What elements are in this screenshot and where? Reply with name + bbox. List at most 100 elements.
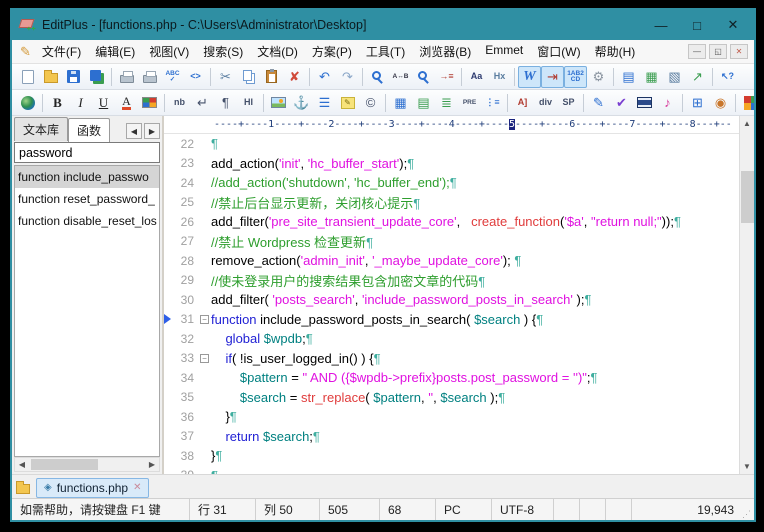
media-button[interactable]	[633, 92, 656, 114]
mdi-minimize-button[interactable]: —	[688, 44, 706, 59]
editor-area[interactable]: ----+----1----+----2----+----3----+----4…	[164, 116, 754, 474]
mdi-close-button[interactable]: ✕	[730, 44, 748, 59]
auto-indent-button[interactable]: ⇥	[541, 66, 564, 88]
cut-button[interactable]: ✂	[214, 66, 237, 88]
save-all-button[interactable]	[85, 66, 108, 88]
scroll-up-arrow-icon[interactable]: ▲	[740, 116, 754, 131]
font-tag-button[interactable]: A]	[511, 92, 534, 114]
replace-button[interactable]: A↔B	[389, 66, 412, 88]
open-file-button[interactable]	[39, 66, 62, 88]
print-button[interactable]	[138, 66, 161, 88]
function-list-item[interactable]: function disable_reset_los	[15, 210, 159, 232]
menu-edit[interactable]: 编辑(E)	[88, 40, 142, 63]
html-tags-button[interactable]: <>	[184, 66, 207, 88]
menu-window[interactable]: 窗口(W)	[530, 40, 587, 63]
context-help-button[interactable]: ↖?	[716, 66, 739, 88]
minimize-button[interactable]: —	[644, 13, 678, 37]
scroll-left-arrow-icon[interactable]: ◀	[15, 460, 29, 469]
form-edit-button[interactable]: ✎	[587, 92, 610, 114]
new-file-button[interactable]	[16, 66, 39, 88]
menu-project[interactable]: 方案(P)	[305, 40, 359, 63]
vscroll-thumb[interactable]	[741, 171, 754, 223]
tab-close-icon[interactable]: ✕	[133, 482, 141, 493]
directory-window-icon[interactable]	[16, 484, 30, 494]
menu-search[interactable]: 搜索(S)	[196, 40, 250, 63]
nbsp-button[interactable]: nb	[168, 92, 191, 114]
insert-image-button[interactable]	[267, 92, 290, 114]
hex-viewer-button[interactable]: Hx	[488, 66, 511, 88]
horizontal-rule-button[interactable]: ☰	[313, 92, 336, 114]
save-button[interactable]	[62, 66, 85, 88]
find-in-files-button[interactable]	[412, 66, 435, 88]
anchor-button[interactable]: ⚓	[290, 92, 313, 114]
scroll-right-arrow-icon[interactable]: ▶	[145, 460, 159, 469]
tab-textlib[interactable]: 文本库	[14, 117, 68, 141]
scroll-thumb[interactable]	[31, 459, 98, 470]
menu-file[interactable]: 文件(F)	[35, 40, 88, 63]
list-tag-button[interactable]: ⋮≡	[481, 92, 504, 114]
redo-button[interactable]: ↷	[336, 66, 359, 88]
sidebar-horizontal-scrollbar[interactable]: ◀ ▶	[14, 457, 160, 472]
open-in-browser-button[interactable]: ↗	[686, 66, 709, 88]
window-list-button[interactable]: ▦	[640, 66, 663, 88]
function-list-item[interactable]: function reset_password_	[15, 188, 159, 210]
word-wrap-button[interactable]: W	[518, 66, 541, 88]
undo-button[interactable]: ↶	[313, 66, 336, 88]
paragraph-button[interactable]: ¶	[214, 92, 237, 114]
tab-functions-php[interactable]: ◈ functions.php ✕	[36, 478, 149, 498]
underline-button[interactable]: U	[92, 92, 115, 114]
paste-button[interactable]	[260, 66, 283, 88]
copy-button[interactable]	[237, 66, 260, 88]
div-tag-button[interactable]: div	[534, 92, 557, 114]
menu-emmet[interactable]: Emmet	[478, 40, 530, 63]
heading-button[interactable]: HI	[237, 92, 260, 114]
menu-help[interactable]: 帮助(H)	[588, 40, 643, 63]
memo-button[interactable]: ✎	[336, 92, 359, 114]
script-tag-button[interactable]: ✔	[610, 92, 633, 114]
spell-check-button[interactable]: ABC✓	[161, 66, 184, 88]
menu-view[interactable]: 视图(V)	[142, 40, 196, 63]
maximize-button[interactable]: □	[680, 13, 714, 37]
align-center-button[interactable]: ≣	[435, 92, 458, 114]
document-list-button[interactable]: ▤	[617, 66, 640, 88]
code-lines[interactable]: 22¶23add_action('init', 'hc_buffer_start…	[164, 134, 739, 474]
view-in-browser-button[interactable]	[16, 92, 39, 114]
goto-line-button[interactable]: →≡	[435, 66, 458, 88]
resize-grip[interactable]: ⋰	[742, 509, 754, 520]
fold-toggle-icon[interactable]: −	[200, 315, 209, 324]
mdi-restore-button[interactable]: ◱	[709, 44, 727, 59]
close-button[interactable]: ✕	[716, 13, 750, 37]
insert-table-button[interactable]: ▦	[389, 92, 412, 114]
windows-logo-button[interactable]	[739, 92, 754, 114]
scroll-down-arrow-icon[interactable]: ▼	[740, 459, 754, 474]
tab-scroll-left-button[interactable]: ◀	[126, 123, 142, 139]
menu-document[interactable]: 文档(D)	[250, 40, 305, 63]
table-rows-button[interactable]: ▤	[412, 92, 435, 114]
menu-tools[interactable]: 工具(T)	[359, 40, 412, 63]
delete-button[interactable]: ✘	[283, 66, 306, 88]
audio-button[interactable]: ♪	[656, 92, 679, 114]
tab-functions[interactable]: 函数	[68, 118, 110, 142]
line-break-button[interactable]: ↵	[191, 92, 214, 114]
vertical-scrollbar[interactable]: ▲ ▼	[739, 116, 754, 474]
font-color-button[interactable]: A	[115, 92, 138, 114]
menu-browser[interactable]: 浏览器(B)	[412, 40, 478, 63]
italic-button[interactable]: I	[69, 92, 92, 114]
preferences-button[interactable]: ⚙	[587, 66, 610, 88]
preformatted-button[interactable]: PRE	[458, 92, 481, 114]
bold-button[interactable]: B	[46, 92, 69, 114]
form-options-button[interactable]: ◉	[709, 92, 732, 114]
line-numbers-button[interactable]: 1AB2CD	[564, 66, 587, 88]
scroll-track[interactable]	[29, 458, 145, 471]
vscroll-track[interactable]	[740, 131, 754, 459]
browser-preview-button[interactable]: ▧	[663, 66, 686, 88]
print-preview-button[interactable]	[115, 66, 138, 88]
font-button[interactable]: Aa	[465, 66, 488, 88]
form-fields-button[interactable]: ⊞	[686, 92, 709, 114]
fold-toggle-icon[interactable]: −	[200, 354, 209, 363]
span-tag-button[interactable]: SP	[557, 92, 580, 114]
tab-scroll-right-button[interactable]: ▶	[144, 123, 160, 139]
special-chars-button[interactable]: ©	[359, 92, 382, 114]
function-list-item[interactable]: function include_passwo	[15, 166, 159, 188]
function-search-input[interactable]	[14, 142, 160, 163]
